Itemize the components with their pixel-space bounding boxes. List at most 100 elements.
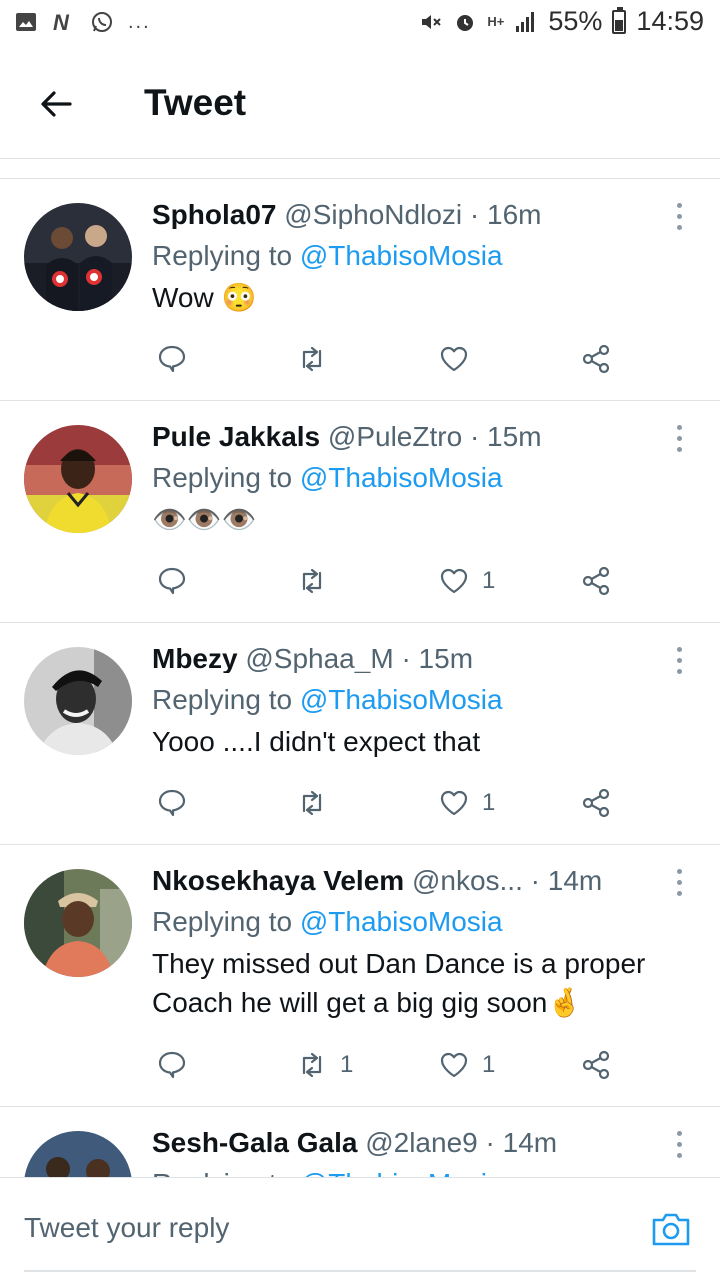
more-options-icon[interactable] <box>674 1131 684 1159</box>
whatsapp-notification-icon <box>92 12 112 32</box>
retweet-button[interactable]: 1 <box>296 1047 353 1083</box>
more-options-icon[interactable] <box>674 869 684 897</box>
reply-icon <box>158 567 186 595</box>
battery-percent: 55% <box>548 6 603 36</box>
camera-icon[interactable] <box>650 1208 692 1250</box>
replying-label: Replying to <box>152 240 293 271</box>
back-arrow-icon[interactable] <box>36 84 76 124</box>
reply-input[interactable] <box>24 1212 584 1244</box>
like-button[interactable]: 1 <box>438 785 495 821</box>
retweet-icon <box>302 568 322 594</box>
like-button[interactable] <box>438 341 482 377</box>
separator-dot: · <box>401 645 411 673</box>
tweet-actions: 1 1 <box>156 1047 616 1083</box>
user-handle[interactable]: @Sphaa_M <box>245 645 393 673</box>
display-name[interactable]: Nkosekhaya Velem <box>152 867 404 895</box>
more-options-icon[interactable] <box>674 647 684 675</box>
heart-icon <box>440 790 468 816</box>
user-handle[interactable]: @SiphoNdlozi <box>284 201 462 229</box>
reply-composer <box>0 1177 720 1281</box>
reply-button[interactable] <box>156 1047 188 1083</box>
avatar[interactable] <box>24 203 132 311</box>
avatar[interactable] <box>24 425 132 533</box>
tweet-text: They missed out Dan Dance is a proper Co… <box>152 948 646 1018</box>
retweet-button[interactable] <box>296 563 340 599</box>
retweet-button[interactable] <box>296 341 340 377</box>
display-name[interactable]: Sphola07 <box>152 201 276 229</box>
retweet-icon <box>302 790 322 816</box>
like-button[interactable]: 1 <box>438 1047 495 1083</box>
tweet-item[interactable]: Pule Jakkals @PuleZtro · 15m Replying to… <box>0 401 720 623</box>
tweet-actions: 1 <box>156 563 616 599</box>
like-count: 1 <box>482 789 496 816</box>
share-button[interactable] <box>580 563 612 599</box>
reply-button[interactable] <box>156 341 200 377</box>
retweet-icon <box>302 1052 322 1078</box>
tweet-item[interactable]: Sesh-Gala Gala @2lane9 · 14m Replying to… <box>0 1107 720 1177</box>
share-button[interactable] <box>580 785 612 821</box>
reply-list[interactable]: Sphola07 @SiphoNdlozi · 16m Replying to … <box>0 179 720 1177</box>
separator-dot: · <box>469 201 480 229</box>
replying-label: Replying to <box>152 462 293 493</box>
like-button[interactable]: 1 <box>438 563 495 599</box>
retweet-icon <box>302 346 322 372</box>
mention-link[interactable]: @ThabisoMosia <box>300 240 503 271</box>
tweet-actions <box>156 341 616 377</box>
heart-icon <box>440 346 468 372</box>
avatar[interactable] <box>24 869 132 977</box>
reply-button[interactable] <box>156 563 188 599</box>
tweet-text: Yooo ....I didn't expect that <box>152 726 481 757</box>
avatar[interactable] <box>24 1131 132 1177</box>
retweet-button[interactable] <box>296 785 340 821</box>
network-type-indicator: H+ <box>487 13 505 29</box>
gallery-notification-icon <box>16 13 36 31</box>
replying-label: Replying to <box>152 684 293 715</box>
reply-icon <box>158 789 186 817</box>
tweet-item[interactable]: Nkosekhaya Velem @nkos... · 14m Replying… <box>0 845 720 1107</box>
reply-button[interactable] <box>156 785 188 821</box>
more-options-icon[interactable] <box>674 425 684 453</box>
user-handle[interactable]: @2lane9 <box>365 1129 478 1157</box>
share-icon <box>582 344 610 374</box>
share-button[interactable] <box>580 341 612 377</box>
news-notification-icon: N <box>53 10 70 34</box>
tweet-item[interactable]: Sphola07 @SiphoNdlozi · 16m Replying to … <box>0 179 720 401</box>
share-button[interactable] <box>580 1047 612 1083</box>
timestamp: 15m <box>418 645 474 673</box>
user-handle[interactable]: @PuleZtro <box>328 423 462 451</box>
more-notifications-indicator: ... <box>128 10 151 33</box>
replying-label: Replying to <box>152 1168 292 1178</box>
battery-icon <box>612 6 627 34</box>
more-options-icon[interactable] <box>674 203 684 231</box>
mention-link[interactable]: @ThabisoMosia <box>300 1168 503 1178</box>
display-name[interactable]: Sesh-Gala Gala <box>152 1129 357 1157</box>
heart-icon <box>440 568 468 594</box>
separator-dot: · <box>469 423 480 451</box>
user-handle[interactable]: @nkos... <box>412 867 523 895</box>
tweet-item[interactable]: Mbezy @Sphaa_M · 15m Replying to @Thabis… <box>0 623 720 845</box>
like-count: 1 <box>482 1051 496 1078</box>
avatar[interactable] <box>24 647 132 755</box>
svg-text:N: N <box>53 10 70 34</box>
input-underline <box>24 1270 696 1272</box>
share-icon <box>582 566 610 596</box>
tweet-text: Wow 😳 <box>152 282 257 313</box>
top-app-bar: Tweet <box>0 50 720 159</box>
mention-link[interactable]: @ThabisoMosia <box>300 462 503 493</box>
mute-icon <box>422 14 442 29</box>
timestamp: 14m <box>547 867 603 895</box>
reply-icon <box>158 345 186 373</box>
signal-icon <box>516 11 535 32</box>
display-name[interactable]: Pule Jakkals <box>152 423 320 451</box>
replying-label: Replying to <box>152 906 293 937</box>
like-count: 1 <box>482 567 496 594</box>
tweet-actions: 1 <box>156 785 616 821</box>
mention-link[interactable]: @ThabisoMosia <box>300 906 503 937</box>
status-bar: N ... H+ 55% 14:59 <box>0 0 720 50</box>
timestamp: 14m <box>502 1129 558 1157</box>
display-name[interactable]: Mbezy <box>152 645 238 673</box>
alarm-icon <box>457 14 474 31</box>
tweet-text: 👁️👁️👁️ <box>152 504 257 535</box>
mention-link[interactable]: @ThabisoMosia <box>300 684 503 715</box>
separator-dot: · <box>485 1129 495 1157</box>
